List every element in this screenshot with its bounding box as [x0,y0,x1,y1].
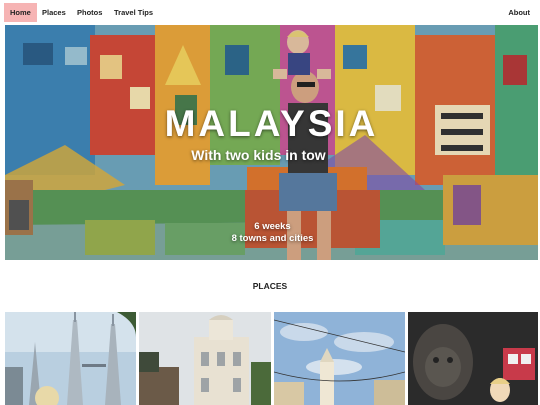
nav-home-link[interactable]: Home [4,3,37,22]
place-thumbnail-lion-statue[interactable] [408,312,538,405]
nav-about-link[interactable]: About [502,3,536,22]
hero-subtitle: With two kids in tow [191,147,326,163]
nav-travel-tips-link[interactable]: Travel Tips [108,3,159,22]
place-thumbnail-petronas-towers[interactable] [5,312,136,405]
top-nav: Home Places Photos Travel Tips About [0,0,540,25]
nav-photos-link[interactable]: Photos [71,3,108,22]
hero-banner: MALAYSIA With two kids in tow 6 weeks 8 … [5,25,538,260]
place-thumbnail-mosque-tower[interactable] [274,312,405,405]
places-heading: PLACES [252,281,288,291]
place-thumbnail-colonial-building[interactable] [139,312,271,405]
nav-places-link[interactable]: Places [36,3,72,22]
hero-title: MALAYSIA [164,103,379,144]
hero-cities-count: 8 towns and cities [231,233,314,244]
hero-duration: 6 weeks [254,221,291,232]
